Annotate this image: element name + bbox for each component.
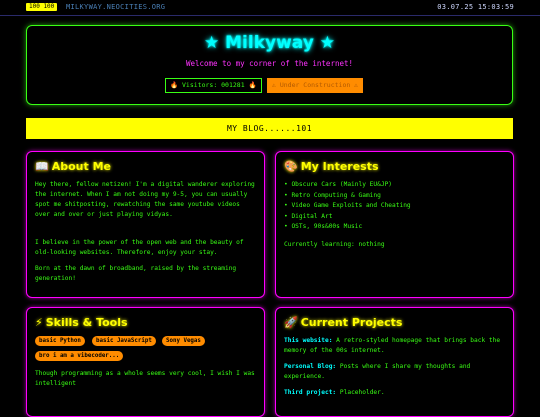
- project-item: This website: A retro-styled homepage th…: [284, 336, 506, 356]
- skills-heading: ⚡ Skills & Tools: [35, 316, 128, 329]
- about-me-panel: 📖 About Me Hey there, fellow netizen! I'm…: [26, 151, 265, 298]
- about-paragraph-1: Hey there, fellow netizen! I'm a digital…: [35, 181, 255, 218]
- lightning-icon: ⚡: [35, 316, 43, 329]
- blog-link-button[interactable]: MY BLOG......101: [26, 118, 513, 139]
- hit-counter-badge: 100 100: [26, 3, 58, 11]
- project-label: Third project:: [284, 389, 337, 396]
- skill-tag: basic JavaScript: [92, 336, 156, 346]
- top-status-bar: 100 100 MILKYWAY.NEOCITIES.ORG 03.07.25 …: [0, 0, 540, 16]
- project-item: Third project: Placeholder.: [284, 388, 506, 398]
- projects-panel: 🚀 Current Projects This website: A retro-…: [275, 307, 514, 417]
- skills-panel: ⚡ Skills & Tools basic Python basic JavaS…: [26, 307, 265, 417]
- currently-learning: Currently learning: nothing: [284, 241, 385, 248]
- rocket-icon: 🚀: [284, 316, 298, 329]
- site-header: ★ Milkyway ★ Welcome to my corner of the…: [26, 25, 513, 105]
- projects-heading: 🚀 Current Projects: [284, 316, 403, 329]
- list-item: OSTs, 90s&00s Music: [284, 222, 506, 233]
- list-item: Retro Computing & Gaming: [284, 191, 506, 202]
- project-description: Placeholder.: [339, 389, 385, 396]
- about-paragraph-2: I believe in the power of the open web a…: [35, 239, 244, 256]
- site-tagline: Welcome to my corner of the internet!: [185, 59, 354, 68]
- skill-tag: bro i am a vibecoder...: [35, 351, 124, 361]
- about-paragraph-3: Born at the dawn of broadband, raised by…: [35, 265, 237, 282]
- list-item: Obscure Cars (Mainly EU&JP): [284, 180, 506, 191]
- interests-list: Obscure Cars (Mainly EU&JP) Retro Comput…: [284, 180, 506, 233]
- site-url[interactable]: MILKYWAY.NEOCITIES.ORG: [66, 2, 165, 13]
- list-item: Digital Art: [284, 212, 506, 223]
- list-item: Video Game Exploits and Cheating: [284, 201, 506, 212]
- skills-text: Though programming as a whole seems very…: [35, 370, 255, 387]
- book-icon: 📖: [35, 160, 49, 173]
- about-me-heading: 📖 About Me: [35, 160, 111, 173]
- visitor-counter: 🔥 Visitors: 001281 🔥: [165, 78, 262, 93]
- palette-icon: 🎨: [284, 160, 298, 173]
- project-label: This website:: [284, 337, 333, 344]
- interests-panel: 🎨My Interests Obscure Cars (Mainly EU&JP…: [275, 151, 514, 298]
- datetime-clock: 03.07.25 15:03:59: [437, 3, 514, 11]
- skill-tag: Sony Vegas: [162, 336, 205, 346]
- project-item: Personal Blog: Posts where I share my th…: [284, 362, 506, 382]
- site-title: ★ Milkyway ★: [203, 33, 335, 53]
- project-label: Personal Blog:: [284, 363, 337, 370]
- interests-heading: 🎨 My Interests: [284, 160, 379, 173]
- skill-tag: basic Python: [35, 336, 85, 346]
- under-construction-badge: ⚠ Under Construction ⚠: [267, 78, 364, 93]
